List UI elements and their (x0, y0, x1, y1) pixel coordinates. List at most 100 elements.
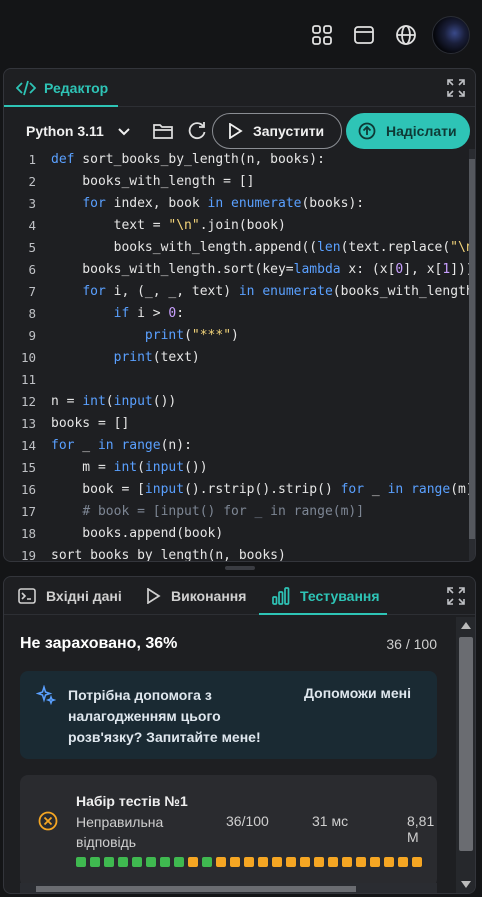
code-line[interactable]: 16 book = [input().rstrip().strip() for … (4, 479, 475, 501)
test-suite-card[interactable]: Набір тестів №1 Неправильна відповідь 36… (20, 775, 437, 887)
expand-icon[interactable] (447, 79, 465, 97)
test-pass-dot[interactable] (174, 857, 184, 867)
globe-icon[interactable] (395, 24, 417, 46)
line-number: 3 (28, 196, 36, 211)
code-line[interactable]: 19 sort_books_by_length(n, books) (4, 545, 475, 561)
test-fail-dot[interactable] (286, 857, 296, 867)
line-number: 10 (20, 350, 36, 365)
hscrollbar-thumb[interactable] (36, 886, 356, 892)
help-button[interactable]: Допоможи мені (304, 685, 411, 701)
code-text: if i > 0: (113, 306, 185, 321)
test-fail-dot[interactable] (356, 857, 366, 867)
code-line[interactable]: 3 for index, book in enumerate(books): (4, 193, 475, 215)
scroll-down-icon[interactable] (461, 881, 471, 888)
test-fail-dot[interactable] (300, 857, 310, 867)
code-text: text = "\n".join(book) (51, 218, 286, 233)
test-fail-dot[interactable] (370, 857, 380, 867)
code-line[interactable]: 13 books = [] (4, 413, 475, 435)
tab-editor-label: Редактор (44, 80, 109, 96)
folder-icon[interactable] (153, 122, 173, 140)
code-text: print("***") (144, 328, 239, 343)
line-number: 4 (28, 218, 36, 233)
tab-underline (259, 613, 387, 615)
language-select[interactable]: Python 3.11 (26, 123, 130, 139)
submit-label: Надіслати (386, 123, 457, 139)
code-icon (16, 80, 36, 96)
expand-icon[interactable] (447, 587, 465, 605)
test-suite-time: 31 мс (312, 813, 349, 829)
code-text: for _ in range(n): (51, 438, 192, 453)
code-line[interactable]: 4 text = "\n".join(book) (4, 215, 475, 237)
code-line[interactable]: 5 books_with_length.append((len(text.rep… (4, 237, 475, 259)
code-line[interactable]: 15 m = int(input()) (4, 457, 475, 479)
tab-testing-label: Тестування (300, 588, 380, 604)
test-suite-title: Набір тестів №1 (76, 793, 188, 809)
test-fail-dot[interactable] (230, 857, 240, 867)
line-number: 15 (20, 460, 36, 475)
run-button[interactable]: Запустити (212, 113, 342, 149)
line-number: 12 (20, 394, 36, 409)
test-pass-dot[interactable] (104, 857, 114, 867)
test-pass-dot[interactable] (160, 857, 170, 867)
reset-icon[interactable] (187, 121, 207, 141)
code-line[interactable]: 9 print("***") (4, 325, 475, 347)
window-icon[interactable] (353, 24, 375, 46)
upload-icon (358, 122, 376, 140)
play-icon (229, 123, 243, 139)
test-fail-dot[interactable] (244, 857, 254, 867)
bar-chart-icon (272, 587, 290, 605)
avatar[interactable] (432, 16, 470, 54)
test-fail-dot[interactable] (216, 857, 226, 867)
tab-execution[interactable]: Виконання (145, 577, 246, 615)
results-scrollbar[interactable] (456, 617, 475, 893)
scroll-up-icon[interactable] (461, 622, 471, 629)
code-line[interactable]: 7 for i, (_, _, text) in enumerate(books… (4, 281, 475, 303)
code-line[interactable]: 14 for _ in range(n): (4, 435, 475, 457)
help-text: Потрібна допомога з налагодженням цього … (68, 687, 261, 745)
results-hscrollbar[interactable] (20, 883, 437, 893)
code-area[interactable]: 1 def sort_books_by_length(n, books): 2 bo… (4, 149, 475, 561)
test-fail-dot[interactable] (272, 857, 282, 867)
test-pass-dot[interactable] (90, 857, 100, 867)
code-line[interactable]: 12 n = int(input()) (4, 391, 475, 413)
test-pass-dot[interactable] (202, 857, 212, 867)
test-pass-dot[interactable] (118, 857, 128, 867)
line-number: 1 (28, 152, 36, 167)
code-line[interactable]: 6 books_with_length.sort(key=lambda x: (… (4, 259, 475, 281)
chevron-down-icon (117, 128, 130, 136)
result-status: Не зараховано, 36% (20, 635, 178, 652)
tab-input[interactable]: Вхідні дані (18, 577, 122, 615)
tab-testing[interactable]: Тестування (272, 577, 380, 615)
code-text: print(text) (113, 350, 200, 365)
code-text: for index, book in enumerate(books): (82, 196, 365, 211)
test-fail-dot[interactable] (342, 857, 352, 867)
test-pass-dot[interactable] (76, 857, 86, 867)
line-number: 6 (28, 262, 36, 277)
test-fail-dot[interactable] (412, 857, 422, 867)
result-score: 36 / 100 (386, 636, 437, 652)
submit-button[interactable]: Надіслати (346, 113, 470, 149)
test-pass-dot[interactable] (132, 857, 142, 867)
code-line[interactable]: 11 (4, 369, 475, 391)
tab-editor[interactable]: Редактор (16, 69, 108, 107)
code-line[interactable]: 2 books_with_length = [] (4, 171, 475, 193)
code-line[interactable]: 8 if i > 0: (4, 303, 475, 325)
editor-scrollbar[interactable] (469, 149, 475, 561)
test-fail-dot[interactable] (328, 857, 338, 867)
code-line[interactable]: 17 # book = [input() for _ in range(m)] (4, 501, 475, 523)
results-scrollbar-thumb[interactable] (459, 637, 473, 851)
code-line[interactable]: 18 books.append(book) (4, 523, 475, 545)
help-banner: Потрібна допомога з налагодженням цього … (20, 671, 437, 759)
code-line[interactable]: 10 print(text) (4, 347, 475, 369)
line-number: 7 (28, 284, 36, 299)
grid-icon[interactable] (311, 24, 333, 46)
test-pass-dot[interactable] (146, 857, 156, 867)
code-line[interactable]: 1 def sort_books_by_length(n, books): (4, 149, 475, 171)
tab-underline (4, 105, 118, 107)
test-fail-dot[interactable] (188, 857, 198, 867)
test-fail-dot[interactable] (384, 857, 394, 867)
test-fail-dot[interactable] (314, 857, 324, 867)
resize-handle[interactable] (225, 566, 255, 570)
test-fail-dot[interactable] (398, 857, 408, 867)
test-fail-dot[interactable] (258, 857, 268, 867)
